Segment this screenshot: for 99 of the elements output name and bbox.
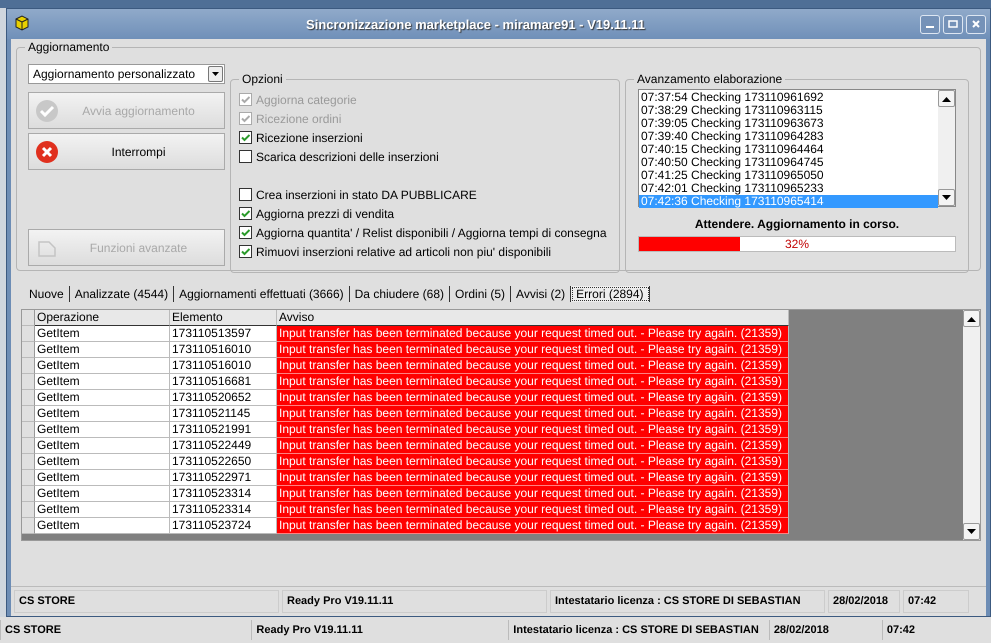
scrollbar[interactable] [963,310,980,540]
table-cell: GetItem [35,390,170,406]
log-entry[interactable]: 07:39:05 Checking 173110963673 [639,117,938,130]
column-header: Elemento [170,310,277,326]
close-button[interactable] [966,14,986,34]
table-cell: 173110523314 [170,502,277,518]
log-entry[interactable]: 07:39:40 Checking 173110964283 [639,130,938,143]
checkbox-label: Aggiorna prezzi di vendita [256,206,394,220]
log-entry[interactable]: 07:37:54 Checking 173110961692 [639,91,938,104]
table-cell: 173110513597 [170,326,277,342]
checkbox[interactable] [239,207,252,220]
log-entry[interactable]: 07:40:15 Checking 173110964464 [639,143,938,156]
table-cell: GetItem [35,326,170,342]
table-cell: Input transfer has been terminated because your request timed out. - Please try again. (21359) [277,342,789,358]
table-cell: Input transfer has been terminated because your request timed out. - Please try again. (21359) [277,406,789,422]
table-cell: 173110520652 [170,390,277,406]
checkbox-label: Aggiorna quantita' / Relist disponibili / Aggiorna tempi di consegna [256,226,607,240]
column-header: Operazione [35,310,170,326]
log-entry[interactable]: 07:40:50 Checking 173110964745 [639,156,938,169]
checkbox-label: Rimuovi inserzioni relative ad articoli non piu' disponibili [256,244,552,258]
log-entry[interactable]: 07:41:25 Checking 173110965050 [639,169,938,182]
progress-percent: 32% [784,237,810,251]
tab[interactable]: Aggiornamenti effettuati (3666) [174,286,350,302]
column-header: Avviso [277,310,789,326]
checkbox-label: Crea inserzioni in stato DA PUBBLICARE [256,188,477,202]
window-title: Sincronizzazione marketplace - miramare91 - V19.11.11 [305,16,646,32]
table-cell: Input transfer has been terminated because your request timed out. - Please try again. (21359) [277,502,789,518]
status-text: Intestatario licenza : CS STORE DI SEBASTIAN [508,620,765,640]
checkbox-label: Ricezione inserzioni [256,130,363,144]
table-cell: Input transfer has been terminated because your request timed out. - Please try again. (21359) [277,358,789,374]
status-text: Ready Pro V19.11.11 [251,620,504,640]
table-cell: 173110521991 [170,422,277,438]
table-cell: 173110516681 [170,374,277,390]
tab[interactable]: Nuove [24,286,70,302]
log-entry[interactable]: 07:42:01 Checking 173110965233 [639,182,938,195]
table-cell: GetItem [35,518,170,534]
table-cell: 173110523314 [170,486,277,502]
checkbox[interactable] [239,131,252,144]
status-text: Ready Pro V19.11.11 [282,590,547,613]
table-cell: Input transfer has been terminated because your request timed out. - Please try again. (21359) [277,422,789,438]
mode-dropdown[interactable]: Aggiornamento personalizzato [28,64,225,84]
table-cell: 173110516010 [170,358,277,374]
checkbox-label: Ricezione ordini [256,112,342,126]
table-cell: GetItem [35,406,170,422]
error-icon [35,140,59,164]
group-title: Opzioni [239,72,286,86]
checkbox[interactable] [239,226,252,239]
checkbox[interactable] [239,245,252,258]
table-cell: Input transfer has been terminated because your request timed out. - Please try again. (21359) [277,374,789,390]
checkbox[interactable] [239,188,252,201]
table-cell: 173110522650 [170,454,277,470]
maximize-icon [948,19,958,29]
table-cell: Input transfer has been terminated because your request timed out. - Please try again. (21359) [277,454,789,470]
minimize-icon [926,26,934,28]
table-cell: 173110516010 [170,342,277,358]
table-cell: GetItem [35,374,170,390]
tab[interactable]: Ordini (5) [450,286,512,302]
table-cell: GetItem [35,502,170,518]
group-title: Avanzamento elaborazione [634,72,786,86]
checkbox-label: Scarica descrizioni delle inserzioni [256,150,439,164]
table-cell: 173110521145 [170,406,277,422]
checkbox[interactable] [239,150,252,163]
progress-status: Attendere. Aggiornamento in corso. [694,217,900,231]
status-text: CS STORE [14,590,279,613]
minimize-button[interactable] [920,14,940,34]
status-text: 07:42 [903,590,969,613]
tab[interactable]: Da chiudere (68) [350,286,450,302]
scrollbar[interactable] [938,90,955,206]
table-cell: GetItem [35,438,170,454]
table-cell: GetItem [35,422,170,438]
table-cell: GetItem [35,454,170,470]
table-cell: Input transfer has been terminated because your request timed out. - Please try again. (21359) [277,438,789,454]
log-entry[interactable]: 07:38:29 Checking 173110963115 [639,104,938,117]
table-cell: Input transfer has been terminated because your request timed out. - Please try again. (21359) [277,518,789,534]
status-text: 07:42 [882,620,991,640]
table-cell: 173110523724 [170,518,277,534]
status-text: 28/02/2018 [828,590,900,613]
tab[interactable]: Analizzate (4544) [70,286,174,302]
table-cell: GetItem [35,470,170,486]
status-text: CS STORE [0,620,248,640]
table-cell: 173110522971 [170,470,277,486]
table-cell: GetItem [35,358,170,374]
table-cell: Input transfer has been terminated because your request timed out. - Please try again. (21359) [277,486,789,502]
table-cell: GetItem [35,342,170,358]
check-circle-icon [35,98,59,122]
table-cell: GetItem [35,486,170,502]
action-button[interactable]: Interrompi [28,133,225,170]
close-icon [971,19,981,29]
caret-icon [208,66,223,82]
status-text: 28/02/2018 [768,620,878,640]
table-cell: Input transfer has been terminated because your request timed out. - Please try again. (21359) [277,326,789,342]
table-cell: Input transfer has been terminated because your request timed out. - Please try again. (21359) [277,390,789,406]
status-text: Intestatario licenza : CS STORE DI SEBASTIAN [550,590,825,613]
checkbox-label: Aggiorna categorie [256,92,357,106]
tab[interactable]: Errori (2894) [571,286,650,302]
maximize-button[interactable] [943,14,963,34]
table-cell: 173110522449 [170,438,277,454]
group-title: Aggiornamento [25,40,112,54]
table-cell: Input transfer has been terminated because your request timed out. - Please try again. (21359) [277,470,789,486]
